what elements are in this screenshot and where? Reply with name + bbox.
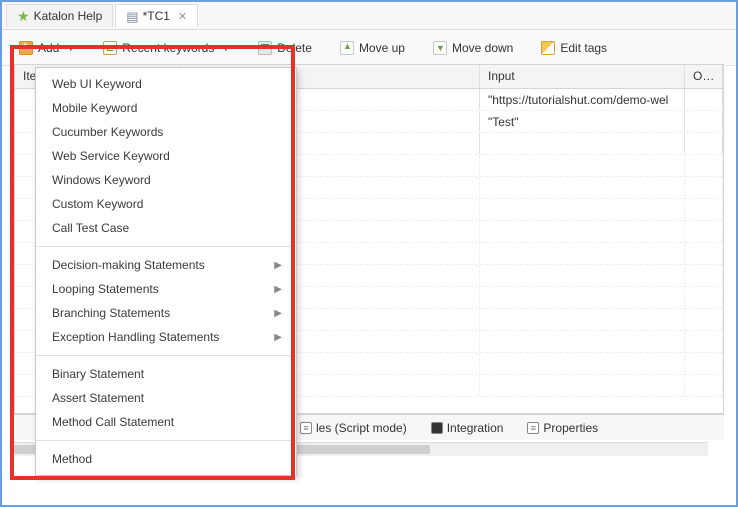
add-icon bbox=[19, 41, 33, 55]
menu-custom-keyword[interactable]: Custom Keyword bbox=[36, 192, 296, 216]
tab-label: les (Script mode) bbox=[316, 421, 407, 435]
chevron-down-icon[interactable]: ▼ bbox=[66, 43, 75, 53]
tab-properties[interactable]: Properties bbox=[521, 419, 604, 437]
menu-branching-statements[interactable]: Branching Statements▶ bbox=[36, 301, 296, 325]
tab-label: *TC1 bbox=[143, 9, 170, 23]
menu-call-test-case[interactable]: Call Test Case bbox=[36, 216, 296, 240]
edit-tags-label: Edit tags bbox=[560, 41, 607, 55]
tab-integration[interactable]: Integration bbox=[425, 419, 510, 437]
star-icon: ★ bbox=[17, 9, 30, 23]
col-header-input[interactable]: Input bbox=[480, 65, 685, 88]
cell-input[interactable] bbox=[480, 133, 685, 154]
close-icon[interactable]: ✕ bbox=[178, 10, 187, 23]
menu-method-call-statement[interactable]: Method Call Statement bbox=[36, 410, 296, 434]
add-button[interactable]: Add ▼ bbox=[12, 37, 82, 59]
tab-tc1[interactable]: ▤ *TC1 ✕ bbox=[115, 4, 198, 27]
chevron-right-icon: ▶ bbox=[274, 332, 282, 343]
cell-output[interactable] bbox=[685, 133, 723, 154]
recent-keywords-button[interactable]: Recent keywords ▼ bbox=[96, 37, 237, 59]
menu-looping-statements[interactable]: Looping Statements▶ bbox=[36, 277, 296, 301]
menu-mobile-keyword[interactable]: Mobile Keyword bbox=[36, 96, 296, 120]
arrow-down-icon bbox=[433, 41, 447, 55]
cell-input[interactable]: "https://tutorialshut.com/demo-wel bbox=[480, 89, 685, 110]
editor-tabs-bar: ★ Katalon Help ▤ *TC1 ✕ bbox=[2, 2, 736, 30]
tab-label: Katalon Help bbox=[34, 9, 103, 23]
menu-web-ui-keyword[interactable]: Web UI Keyword bbox=[36, 72, 296, 96]
col-header-output[interactable]: Output bbox=[685, 65, 723, 88]
cell-input[interactable]: "Test" bbox=[480, 111, 685, 132]
menu-exception-statements[interactable]: Exception Handling Statements▶ bbox=[36, 325, 296, 349]
menu-windows-keyword[interactable]: Windows Keyword bbox=[36, 168, 296, 192]
edit-tags-button[interactable]: Edit tags bbox=[534, 37, 614, 59]
integration-icon bbox=[431, 422, 443, 434]
tab-katalon-help[interactable]: ★ Katalon Help bbox=[6, 4, 113, 27]
move-up-button[interactable]: Move up bbox=[333, 37, 412, 59]
move-up-label: Move up bbox=[359, 41, 405, 55]
chevron-right-icon: ▶ bbox=[274, 308, 282, 319]
tab-label: Integration bbox=[447, 421, 504, 435]
delete-label: Delete bbox=[277, 41, 312, 55]
cell-output[interactable] bbox=[685, 89, 723, 110]
chevron-right-icon: ▶ bbox=[274, 260, 282, 271]
menu-decision-statements[interactable]: Decision-making Statements▶ bbox=[36, 253, 296, 277]
move-down-button[interactable]: Move down bbox=[426, 37, 520, 59]
properties-icon bbox=[527, 422, 539, 434]
menu-assert-statement[interactable]: Assert Statement bbox=[36, 386, 296, 410]
menu-method[interactable]: Method bbox=[36, 447, 296, 471]
menu-cucumber-keywords[interactable]: Cucumber Keywords bbox=[36, 120, 296, 144]
toolbar: Add ▼ Recent keywords ▼ Delete Move up M… bbox=[2, 30, 736, 66]
chevron-right-icon: ▶ bbox=[274, 284, 282, 295]
menu-web-service-keyword[interactable]: Web Service Keyword bbox=[36, 144, 296, 168]
cell-output[interactable] bbox=[685, 111, 723, 132]
arrow-up-icon bbox=[340, 41, 354, 55]
tab-variables-script[interactable]: les (Script mode) bbox=[294, 419, 413, 437]
test-case-icon: ▤ bbox=[126, 10, 138, 23]
move-down-label: Move down bbox=[452, 41, 513, 55]
recent-label: Recent keywords bbox=[122, 41, 214, 55]
add-dropdown-menu: Web UI Keyword Mobile Keyword Cucumber K… bbox=[35, 67, 297, 476]
trash-icon bbox=[258, 41, 272, 55]
recent-icon bbox=[103, 41, 117, 55]
tab-label: Properties bbox=[543, 421, 598, 435]
delete-button[interactable]: Delete bbox=[251, 37, 319, 59]
menu-binary-statement[interactable]: Binary Statement bbox=[36, 362, 296, 386]
add-label: Add bbox=[38, 41, 59, 55]
edit-icon bbox=[541, 41, 555, 55]
chevron-down-icon[interactable]: ▼ bbox=[221, 43, 230, 53]
variables-icon bbox=[300, 422, 312, 434]
